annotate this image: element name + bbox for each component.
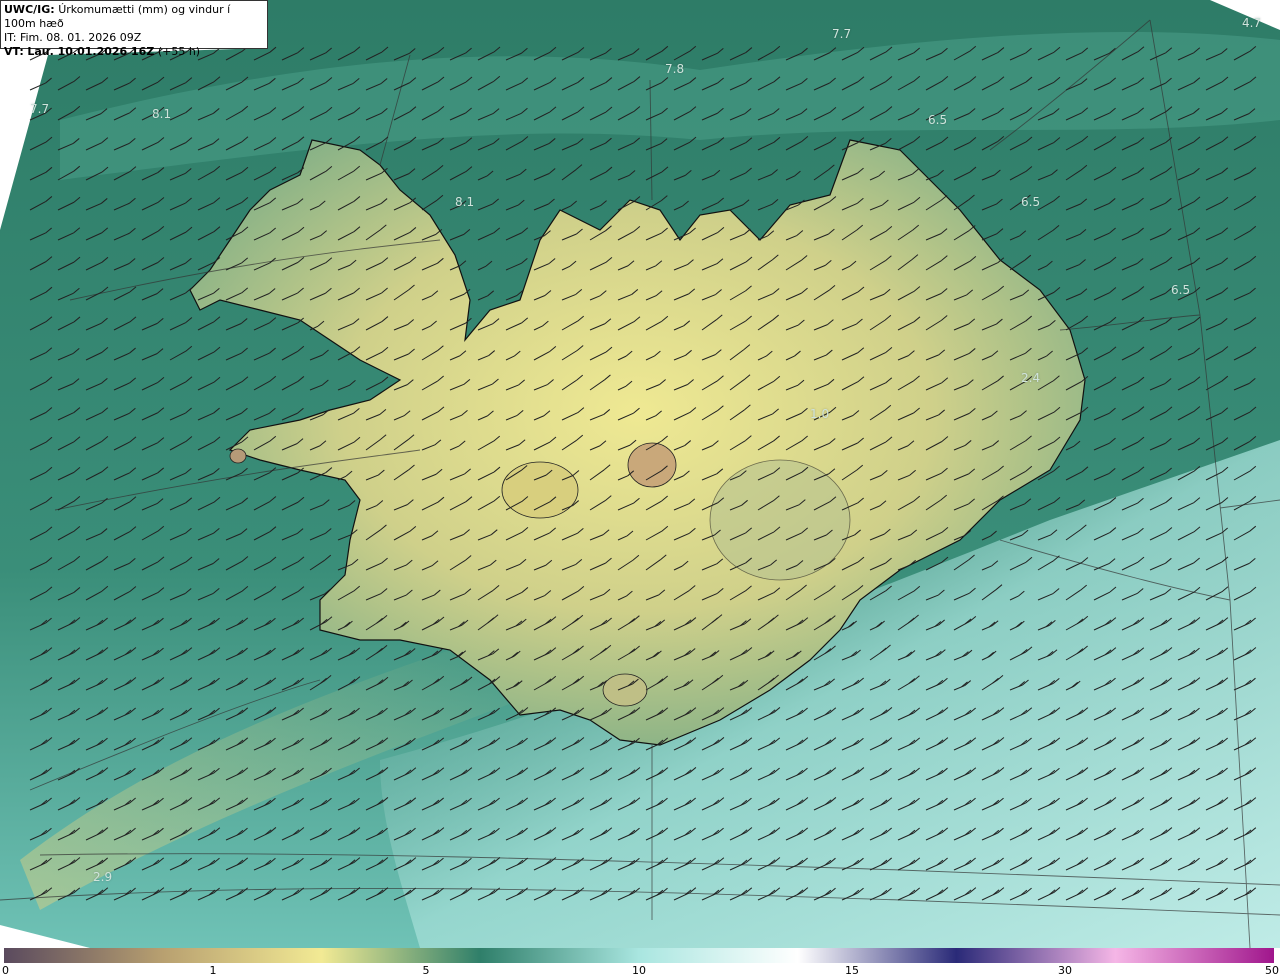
glacier-snaefellsjokull xyxy=(229,448,247,464)
valid-time-line: VT: Lau. 10.01.2026 16Z (+55 h) xyxy=(4,45,264,59)
forecast-info-box: UWC/IG: Úrkomumætti (mm) og vindur í 100… xyxy=(0,0,268,58)
colorbar-tick-10: 10 xyxy=(632,964,646,977)
valid-time: Lau. 10.01.2026 16Z xyxy=(27,45,155,58)
field-label-12: 2.9 xyxy=(93,870,113,884)
field-label-11: 1.0 xyxy=(810,407,830,421)
field-label-3: 4.7 xyxy=(1242,16,1262,30)
glacier-hofsjokull xyxy=(627,442,677,488)
colorbar-tick-1: 1 xyxy=(209,964,217,977)
field-label-4: 7.7 xyxy=(30,102,50,116)
precip-colorbar: 0 1 5 10 15 30 50 xyxy=(0,948,1280,978)
precipitation-map[interactable]: 7.7 7.8 4.7 7.7 8.1 6.5 8.1 6.5 6.5 2.4 … xyxy=(0,0,1280,948)
glacier-vatnajokull xyxy=(709,459,851,581)
colorbar-tick-50: 50 xyxy=(1265,964,1279,977)
issue-time: IT: Fim. 08. 01. 2026 09Z xyxy=(4,31,142,44)
field-label-1: 7.7 xyxy=(832,27,852,41)
field-label-7: 8.1 xyxy=(455,195,475,209)
title-line: UWC/IG: Úrkomumætti (mm) og vindur í 100… xyxy=(4,3,264,31)
field-label-6: 6.5 xyxy=(928,113,948,127)
field-label-10: 2.4 xyxy=(1021,371,1041,385)
colorbar-tick-30: 30 xyxy=(1058,964,1072,977)
field-label-8: 6.5 xyxy=(1021,195,1041,209)
field-label-2: 7.8 xyxy=(665,62,685,76)
lead-time: (+55 h) xyxy=(157,45,201,58)
colorbar-tick-15: 15 xyxy=(845,964,859,977)
field-label-5: 8.1 xyxy=(152,107,172,121)
colorbar-tick-5: 5 xyxy=(422,964,430,977)
glacier-langjokull xyxy=(501,461,579,519)
model-label: UWC/IG: xyxy=(4,3,55,16)
field-label-9: 6.5 xyxy=(1171,283,1191,297)
valid-prefix: VT: xyxy=(4,45,24,58)
colorbar-gradient xyxy=(4,948,1274,963)
colorbar-tick-0: 0 xyxy=(2,964,9,977)
map-canvas xyxy=(0,0,1280,948)
glacier-myrdalsjokull xyxy=(602,673,648,707)
